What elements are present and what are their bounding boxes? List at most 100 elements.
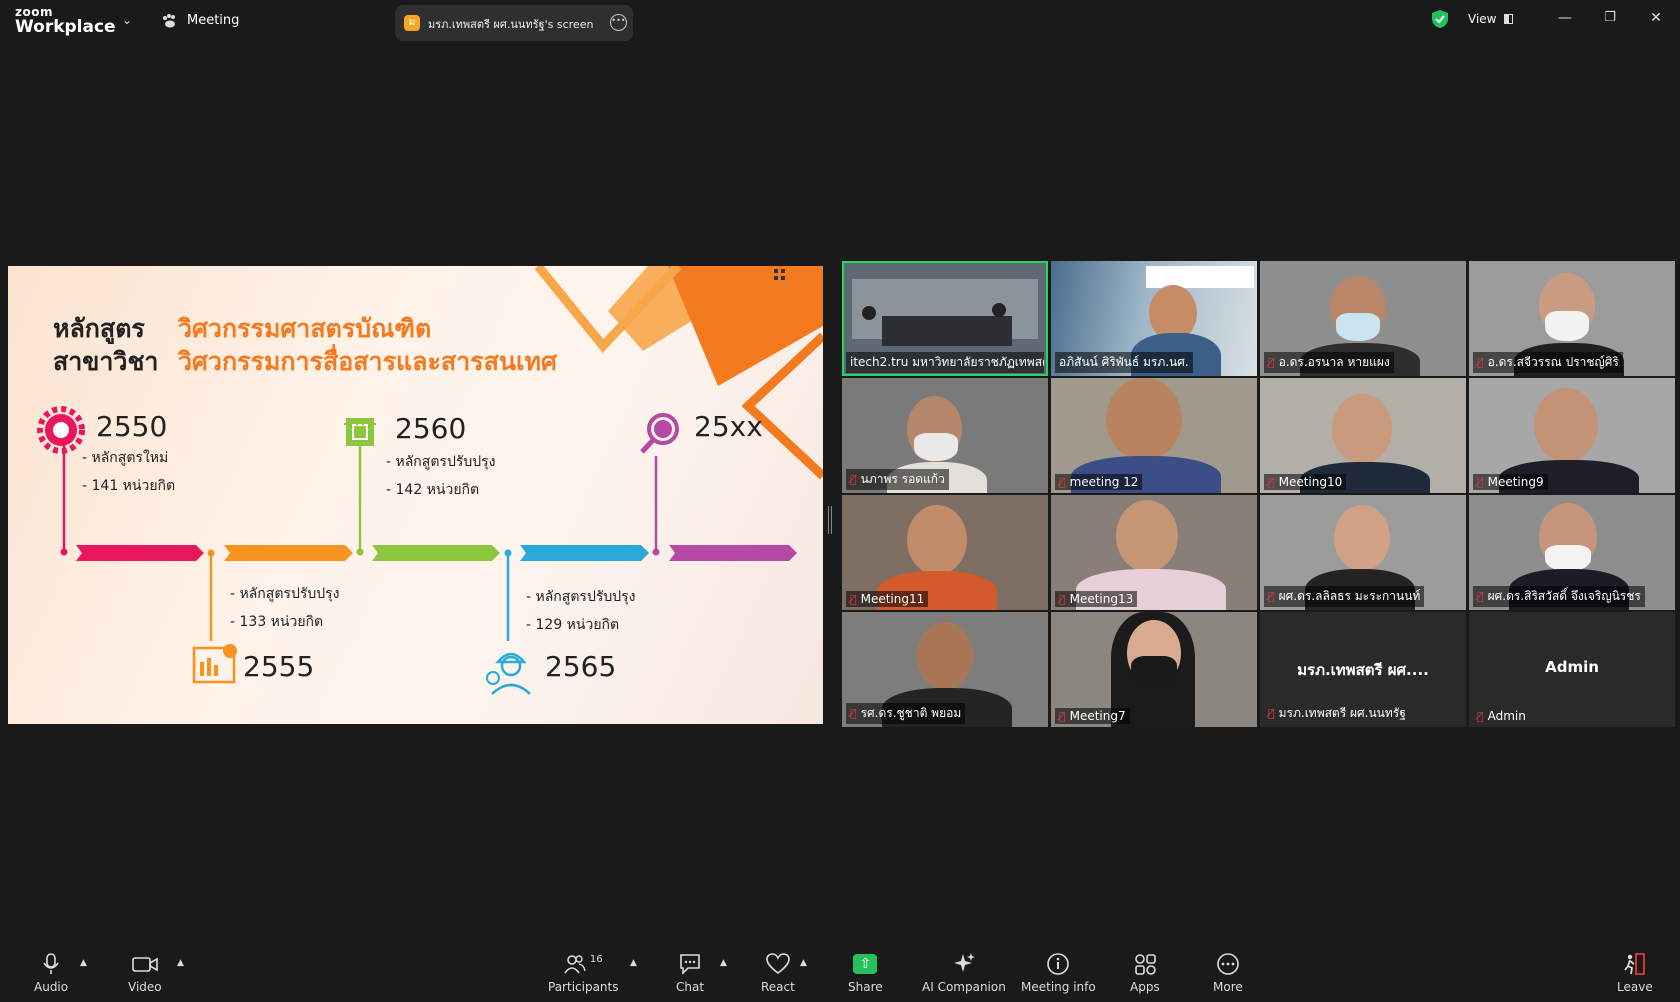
chat-icon xyxy=(680,954,700,975)
milestone-year-2560: 2560 xyxy=(395,412,467,445)
meeting-info-label: Meeting info xyxy=(1021,980,1096,994)
leave-button[interactable]: Leave xyxy=(1617,952,1653,994)
view-layout-icon xyxy=(1504,14,1514,24)
audio-options-caret-icon[interactable]: ▲ xyxy=(80,958,87,968)
minimize-icon[interactable]: — xyxy=(1555,10,1575,26)
video-camera-icon xyxy=(132,957,158,972)
video-tile[interactable]: 🎙̸ Meeting9 xyxy=(1469,378,1675,493)
video-tile[interactable]: 🎙̸ ผศ.ดร.ลลิลธร มะระกานนท์ xyxy=(1260,495,1466,610)
info-icon xyxy=(1047,953,1070,975)
meeting-menu[interactable]: Meeting xyxy=(162,13,239,28)
video-tile[interactable]: 🎙̸ ผศ.ดร.สิริสวัสดิ์ จึงเจริญนิรชร xyxy=(1469,495,1675,610)
screen-share-title: มรภ.เทพสตรี ผศ.นนทรัฐ's screen xyxy=(428,18,594,31)
restore-icon[interactable]: ❐ xyxy=(1600,10,1620,25)
video-label: Video xyxy=(128,980,162,994)
video-tile[interactable]: 🎙̸ Meeting13 xyxy=(1051,495,1257,610)
participants-icon xyxy=(564,955,586,974)
participant-name-label: 🎙̸ รศ.ดร.ชูชาติ พยอม xyxy=(846,703,966,724)
more-button[interactable]: More xyxy=(1213,952,1243,994)
milestone-notes-2565: - หลักสูตรปรับปรุง - 129 หน่วยกิต xyxy=(526,583,635,639)
audio-label: Audio xyxy=(34,980,69,994)
milestone-notes-2555: - หลักสูตรปรับปรุง - 133 หน่วยกิต xyxy=(230,580,339,636)
participant-name: รศ.ดร.ชูชาติ พยอม xyxy=(860,706,962,720)
participant-name-label: 🎙̸ Meeting11 xyxy=(846,591,929,607)
chevron-down-icon[interactable]: ⌄ xyxy=(122,13,132,27)
milestone-notes-2550: - หลักสูตรใหม่ - 141 หน่วยกิต xyxy=(82,444,175,500)
chat-button[interactable]: Chat xyxy=(676,952,704,994)
panel-resize-handle[interactable] xyxy=(828,506,832,534)
video-tile[interactable]: 🎙̸ meeting 12 xyxy=(1051,378,1257,493)
mic-muted-icon: 🎙̸ xyxy=(1268,590,1275,603)
mic-muted-icon: 🎙̸ xyxy=(850,707,857,720)
participant-name: อ.ดร.อรนาล หายแผง xyxy=(1278,355,1390,369)
milestone-note: - หลักสูตรปรับปรุง xyxy=(526,589,636,605)
participant-name: meeting 12 xyxy=(1069,475,1139,489)
close-icon[interactable]: ✕ xyxy=(1646,10,1666,26)
video-tile[interactable]: 🎙̸ อ.ดร.สจีวรรณ ปราชญ์ศิริ xyxy=(1469,261,1675,376)
video-tile[interactable]: 🎙̸ อ.ดร.อรนาล หายแผง xyxy=(1260,261,1466,376)
participant-name-label: 🎙̸ นภาพร รอดแก้ว xyxy=(846,469,949,490)
video-tile[interactable]: อภิสันน์ ศิริพันธ์ มรภ.นศ. xyxy=(1051,261,1257,376)
logo-bottom-text: Workplace xyxy=(15,17,116,37)
mic-muted-icon: 🎙̸ xyxy=(1477,709,1484,723)
participants-button[interactable]: 16 Participants xyxy=(548,952,619,995)
chat-options-caret-icon[interactable]: ▲ xyxy=(720,958,727,968)
top-bar: zoom Workplace ⌄ Meeting ม มรภ.เทพสตรี ผ… xyxy=(0,0,1680,44)
mic-muted-icon: 🎙̸ xyxy=(1477,475,1484,489)
milestone-note: - หลักสูตรใหม่ xyxy=(82,450,169,466)
video-button[interactable]: Video xyxy=(128,952,162,994)
ai-companion-button[interactable]: AI Companion xyxy=(922,952,1006,994)
sparkle-icon xyxy=(953,953,975,972)
participant-name: ผศ.ดร.ลลิลธร มะระกานนท์ xyxy=(1278,589,1421,603)
milestone-note: - หลักสูตรปรับปรุง xyxy=(230,586,340,602)
video-tile[interactable]: Admin 🎙̸ Admin xyxy=(1469,612,1675,727)
participant-name-label: 🎙̸ Admin xyxy=(1473,708,1530,724)
ai-companion-label: AI Companion xyxy=(922,980,1006,994)
participant-name-label: 🎙̸ Meeting7 xyxy=(1055,708,1130,724)
react-options-caret-icon[interactable]: ▲ xyxy=(800,958,807,968)
view-button[interactable]: View xyxy=(1468,12,1514,26)
shared-screen-slide[interactable]: หลักสูตร สาขาวิชา วิศวกรรมศาสตรบัณฑิต วิ… xyxy=(8,266,823,724)
apps-label: Apps xyxy=(1130,980,1160,994)
participant-name: อ.ดร.สจีวรรณ ปราชญ์ศิริ xyxy=(1487,355,1619,369)
video-tile[interactable]: itech2.tru มหาวิทยาลัยราชภัฏเทพสตรี xyxy=(842,261,1048,376)
participants-options-caret-icon[interactable]: ▲ xyxy=(630,958,637,968)
video-tile[interactable]: 🎙̸ Meeting10 xyxy=(1260,378,1466,493)
apps-button[interactable]: Apps xyxy=(1130,952,1160,994)
more-options-icon[interactable]: ••• xyxy=(610,14,627,31)
participant-display-name: มรภ.เทพสตรี ผศ.... xyxy=(1297,661,1429,679)
leave-label: Leave xyxy=(1617,980,1653,994)
participant-name-label: 🎙̸ meeting 12 xyxy=(1055,474,1143,490)
video-tile[interactable]: 🎙̸ รศ.ดร.ชูชาติ พยอม xyxy=(842,612,1048,727)
video-tile[interactable]: 🎙̸ Meeting11 xyxy=(842,495,1048,610)
participant-name: Meeting7 xyxy=(1069,709,1126,723)
participant-name: ผศ.ดร.สิริสวัสดิ์ จึงเจริญนิรชร xyxy=(1487,589,1641,603)
mic-muted-icon: 🎙̸ xyxy=(1059,592,1066,606)
meeting-info-button[interactable]: Meeting info xyxy=(1021,952,1096,994)
video-tile[interactable]: 🎙̸ Meeting7 xyxy=(1051,612,1257,727)
participant-name: Admin xyxy=(1487,709,1526,723)
participant-name: มรภ.เทพสตรี ผศ.นนทรัฐ xyxy=(1278,706,1406,720)
chat-label: Chat xyxy=(676,980,705,994)
zoom-workplace-logo[interactable]: zoom Workplace xyxy=(15,6,116,36)
milestone-note: - 129 หน่วยกิต xyxy=(526,617,620,633)
milestone-year-2565: 2565 xyxy=(545,650,617,683)
security-shield-icon[interactable] xyxy=(1432,10,1448,28)
video-options-caret-icon[interactable]: ▲ xyxy=(177,958,184,968)
react-button[interactable]: React xyxy=(761,952,795,994)
participant-display-name: Admin xyxy=(1545,658,1599,676)
video-tile[interactable]: มรภ.เทพสตรี ผศ.... 🎙̸ มรภ.เทพสตรี ผศ.นนทร… xyxy=(1260,612,1466,727)
participant-name: Meeting13 xyxy=(1069,592,1134,606)
milestone-note: - 133 หน่วยกิต xyxy=(230,614,324,630)
view-label: View xyxy=(1468,12,1497,26)
mic-muted-icon: 🎙̸ xyxy=(850,473,857,486)
screen-share-banner[interactable]: ม มรภ.เทพสตรี ผศ.นนทรัฐ's screen ••• xyxy=(395,5,633,41)
video-tile[interactable]: 🎙̸ นภาพร รอดแก้ว xyxy=(842,378,1048,493)
paw-icon xyxy=(163,13,175,27)
share-arrow-icon: ⇧ xyxy=(853,954,878,974)
participant-name-label: 🎙̸ อ.ดร.อรนาล หายแผง xyxy=(1264,352,1394,373)
audio-button[interactable]: Audio xyxy=(34,952,68,994)
share-button[interactable]: ⇧ Share xyxy=(848,952,883,994)
mic-muted-icon: 🎙̸ xyxy=(1059,709,1066,723)
participants-count: 16 xyxy=(589,953,603,965)
